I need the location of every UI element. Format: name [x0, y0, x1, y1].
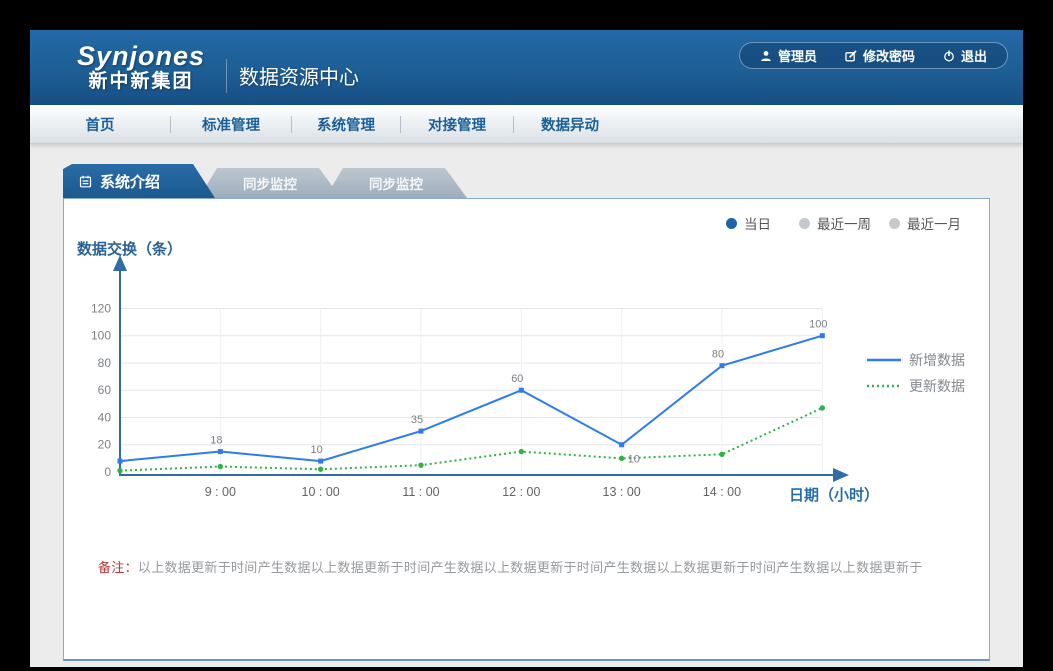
- tab-label: 同步监控: [243, 177, 297, 192]
- header-action-power[interactable]: 退出: [943, 46, 987, 65]
- svg-text:11 : 00: 11 : 00: [402, 485, 439, 499]
- svg-text:13 : 00: 13 : 00: [603, 485, 641, 499]
- tab-3[interactable]: 同步监控: [325, 168, 467, 198]
- nav-item-5[interactable]: 数据异动: [514, 114, 626, 135]
- tab-1[interactable]: 系统介绍: [63, 164, 215, 198]
- nav-item-3[interactable]: 系统管理: [292, 114, 400, 135]
- radio-dot-icon: [726, 217, 737, 229]
- svg-text:20: 20: [98, 438, 112, 452]
- tab-label: 同步监控: [369, 177, 423, 192]
- header-action-pill: 管理员 修改密码 退出: [738, 42, 1008, 69]
- nav-item-4[interactable]: 对接管理: [401, 114, 513, 135]
- header-action-edit[interactable]: 修改密码: [845, 46, 915, 65]
- svg-text:10 : 00: 10 : 00: [302, 485, 340, 499]
- footnote-label: 备注：: [98, 560, 138, 575]
- data-exchange-line-chart: 0 20 40 60 80 100 120 9 : 00 10 : 00 11 : 00 12 : …: [77, 240, 965, 504]
- svg-text:12 : 00: 12 : 00: [502, 485, 540, 499]
- content-panel: 当日 最近一周 最近一月 0 20 40 60 80 100 120 9 : 00 10 : 00 1…: [63, 198, 990, 661]
- svg-text:35: 35: [411, 414, 423, 426]
- svg-text:100: 100: [91, 329, 111, 343]
- logo-text-en: Synjones: [76, 40, 206, 71]
- svg-text:100: 100: [809, 319, 827, 331]
- notebook-icon: [79, 175, 92, 188]
- svg-text:18: 18: [210, 435, 222, 447]
- app-title: 数据资源中心: [239, 67, 359, 89]
- svg-text:0: 0: [104, 465, 111, 479]
- app-header: Synjones 新中新集团 数据资源中心 管理员 修改密码 退出: [30, 30, 1023, 105]
- app-window: Synjones 新中新集团 数据资源中心 管理员 修改密码 退出 首页 标准管理 系统…: [30, 30, 1023, 667]
- svg-text:80: 80: [98, 356, 112, 370]
- nav-item-2[interactable]: 标准管理: [171, 114, 291, 135]
- footnote: 备注：以上数据更新于时间产生数据以上数据更新于时间产生数据以上数据更新于时间产生…: [98, 557, 923, 576]
- user-icon: [760, 50, 772, 62]
- content-area: 系统介绍 同步监控 同步监控 当日 最近一周 最近一月 0 20 40 60 80 100 120 9…: [30, 144, 1023, 667]
- footnote-text: 以上数据更新于时间产生数据以上数据更新于时间产生数据以上数据更新于时间产生数据以…: [137, 560, 923, 575]
- header-divider: [226, 58, 227, 93]
- svg-text:120: 120: [91, 301, 111, 315]
- header-action-label: 退出: [960, 49, 987, 64]
- svg-text:40: 40: [98, 410, 112, 424]
- svg-text:9 : 00: 9 : 00: [205, 485, 236, 499]
- svg-text:新增数据: 新增数据: [909, 352, 965, 368]
- logo: Synjones 新中新集团: [70, 40, 212, 93]
- svg-text:10: 10: [311, 444, 323, 456]
- tab-label: 系统介绍: [100, 173, 161, 191]
- svg-text:60: 60: [98, 383, 112, 397]
- nav-item-1[interactable]: 首页: [30, 114, 170, 135]
- svg-text:14 : 00: 14 : 00: [703, 485, 741, 499]
- svg-text:60: 60: [511, 373, 523, 385]
- radio-dot-icon: [799, 217, 810, 229]
- edit-icon: [845, 49, 857, 62]
- header-action-label: 修改密码: [862, 49, 915, 64]
- radio-dot-icon: [889, 217, 900, 229]
- svg-text:10: 10: [628, 453, 640, 465]
- tabs-row: 系统介绍 同步监控 同步监控: [63, 164, 467, 198]
- header-action-user[interactable]: 管理员: [760, 46, 817, 65]
- svg-text:日期（小时）: 日期（小时）: [789, 486, 879, 504]
- tab-2[interactable]: 同步监控: [199, 168, 341, 198]
- main-nav: 首页 标准管理 系统管理 对接管理 数据异动: [30, 105, 1023, 144]
- svg-text:更新数据: 更新数据: [909, 378, 965, 394]
- power-icon: [943, 50, 955, 62]
- logo-text-cn: 新中新集团: [88, 70, 194, 92]
- svg-text:数据交换（条）: 数据交换（条）: [77, 240, 182, 258]
- header-action-label: 管理员: [777, 49, 817, 64]
- svg-text:80: 80: [712, 349, 724, 361]
